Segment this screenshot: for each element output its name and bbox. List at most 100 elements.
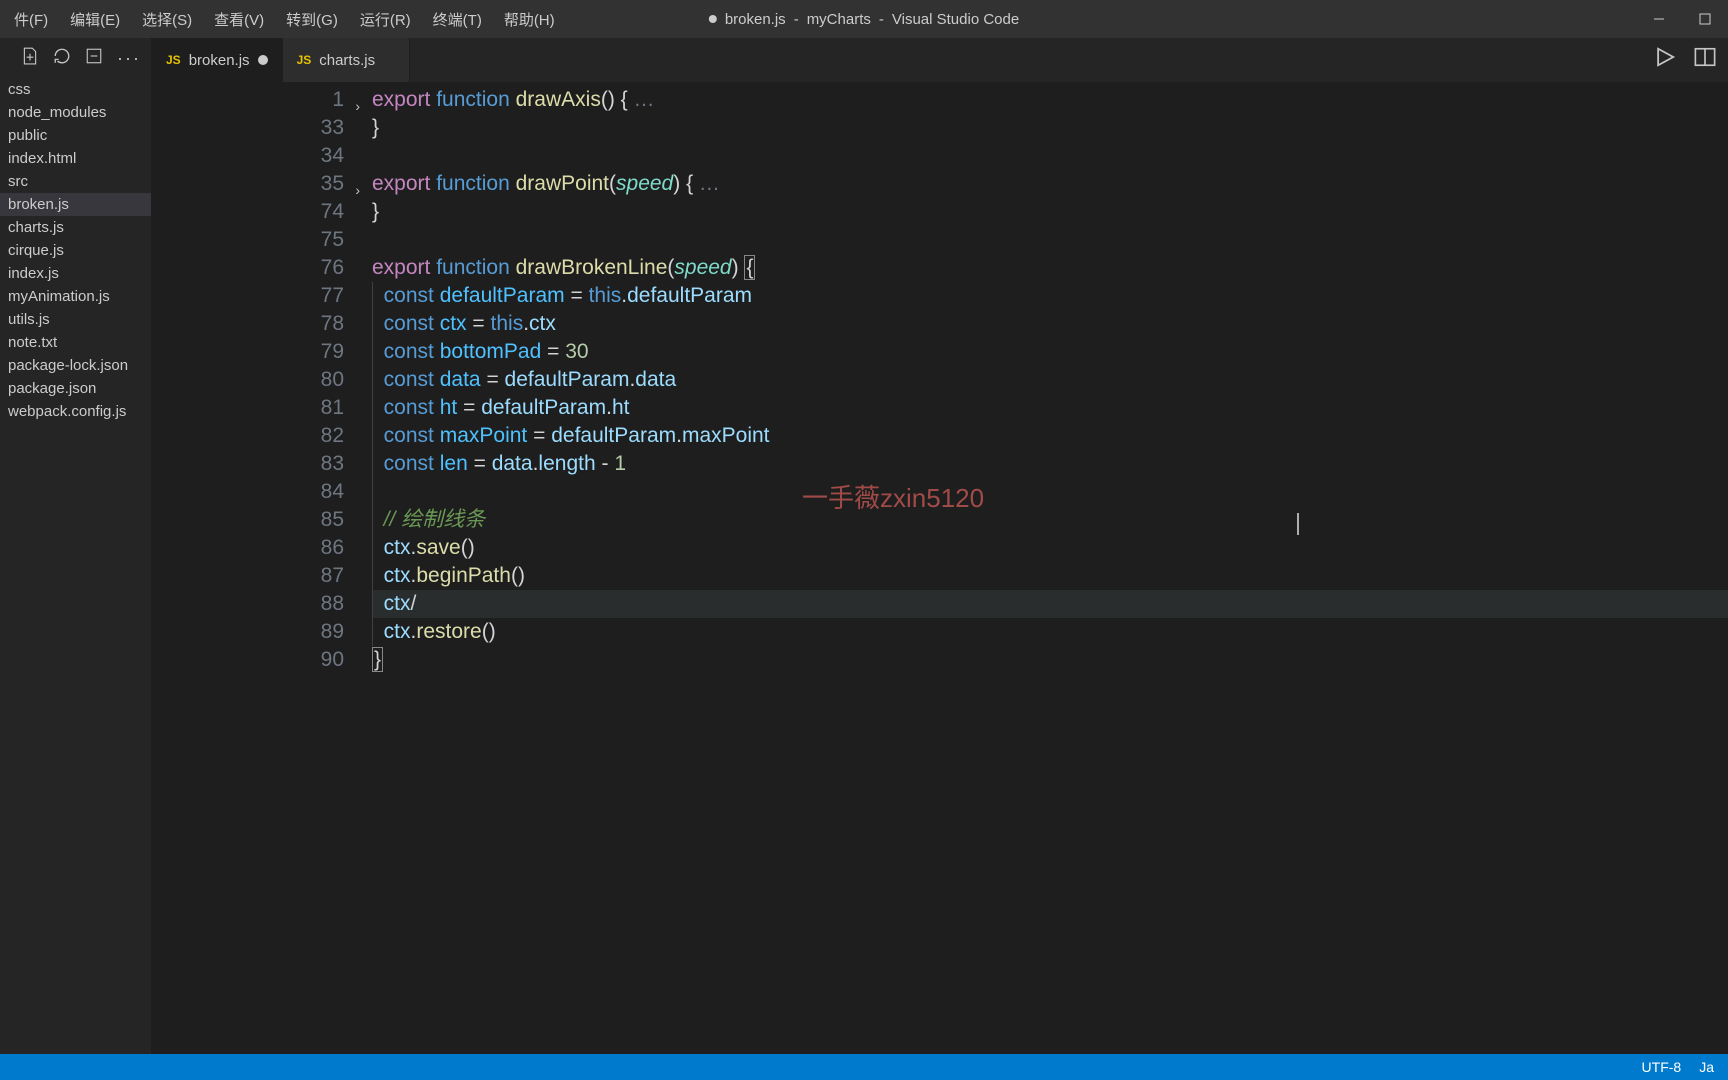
code-editor[interactable]: 1›333435›7475767778798081828384858687888… [152,82,1728,1054]
file-item[interactable]: broken.js [0,193,151,216]
code-line[interactable]: const bottomPad = 30 [372,338,1728,366]
code-line[interactable]: ctx.restore() [372,618,1728,646]
title-filename: broken.js [725,11,786,28]
file-tree: cssnode_modulespublic index.htmlsrc brok… [0,78,151,423]
file-item[interactable]: note.txt [0,331,151,354]
file-item[interactable]: index.html [0,147,151,170]
window-title: broken.js - myCharts - Visual Studio Cod… [709,11,1019,28]
file-item[interactable]: myAnimation.js [0,285,151,308]
tab-label: charts.js [319,52,375,69]
fold-chevron-icon[interactable]: › [355,176,360,204]
menu-item[interactable]: 件(F) [4,5,58,34]
indent-guide [372,338,373,366]
js-file-icon: JS [297,53,312,67]
code-line[interactable]: // 绘制线条 [372,506,1728,534]
code-line[interactable] [372,142,1728,170]
explorer-sidebar: ··· cssnode_modulespublic index.htmlsrc … [0,38,152,1054]
indent-guide [372,506,373,534]
fold-chevron-icon[interactable]: › [355,92,360,120]
menu-item[interactable]: 编辑(E) [60,5,130,34]
menu-item[interactable]: 运行(R) [350,5,421,34]
menu-item[interactable]: 终端(T) [423,5,492,34]
title-project: myCharts [807,11,871,28]
status-encoding[interactable]: UTF-8 [1642,1059,1682,1075]
indent-guide [372,534,373,562]
tab-bar: JSbroken.jsJScharts.js [152,38,1728,82]
file-item[interactable]: node_modules [0,101,151,124]
code-line[interactable]: export function drawAxis() { … [372,86,1728,114]
code-line[interactable]: const defaultParam = this.defaultParam [372,282,1728,310]
title-app: Visual Studio Code [892,11,1019,28]
line-number: 81 [152,394,344,422]
menu-bar: 件(F)编辑(E)选择(S)查看(V)转到(G)运行(R)终端(T)帮助(H) [0,5,565,34]
code-content[interactable]: 一手薇zxin5120 export function drawAxis() {… [372,86,1728,1054]
code-line[interactable]: } [372,114,1728,142]
code-line[interactable]: } [372,646,1728,674]
indent-guide [372,282,373,310]
code-line[interactable] [372,226,1728,254]
refresh-button[interactable] [53,47,71,70]
line-number: 79 [152,338,344,366]
code-line[interactable]: const len = data.length - 1 [372,450,1728,478]
code-line[interactable]: const data = defaultParam.data [372,366,1728,394]
code-line[interactable] [372,478,1728,506]
line-number: 35› [152,170,344,198]
split-icon [1694,46,1716,68]
status-language[interactable]: Ja [1699,1059,1714,1075]
file-item[interactable]: css [0,78,151,101]
menu-item[interactable]: 选择(S) [132,5,202,34]
line-number: 33 [152,114,344,142]
file-item[interactable]: package.json [0,377,151,400]
explorer-toolbar: ··· [0,38,151,78]
line-number: 84 [152,478,344,506]
js-file-icon: JS [166,53,181,67]
code-line[interactable]: ctx.beginPath() [372,562,1728,590]
status-bar: UTF-8 Ja [0,1054,1728,1080]
run-button[interactable] [1654,46,1676,73]
menu-item[interactable]: 转到(G) [276,5,348,34]
dirty-icon[interactable] [258,55,268,65]
indent-guide [372,478,373,506]
line-number: 89 [152,618,344,646]
code-line[interactable]: } [372,198,1728,226]
maximize-icon [1699,13,1711,25]
minimize-button[interactable] [1636,0,1682,38]
line-number: 83 [152,450,344,478]
code-line[interactable]: export function drawPoint(speed) { … [372,170,1728,198]
line-number: 90 [152,646,344,674]
file-item[interactable]: charts.js [0,216,151,239]
code-line[interactable]: const maxPoint = defaultParam.maxPoint [372,422,1728,450]
collapse-button[interactable] [85,47,103,70]
code-line[interactable]: ctx/ [372,590,1728,618]
file-item[interactable]: package-lock.json [0,354,151,377]
line-number: 80 [152,366,344,394]
indent-guide [372,366,373,394]
file-item[interactable]: utils.js [0,308,151,331]
file-item[interactable]: src [0,170,151,193]
line-number: 76 [152,254,344,282]
menu-item[interactable]: 查看(V) [204,5,274,34]
close-icon[interactable] [383,54,395,66]
menu-item[interactable]: 帮助(H) [494,5,565,34]
file-item[interactable]: public [0,124,151,147]
file-item[interactable]: webpack.config.js [0,400,151,423]
code-line[interactable]: const ht = defaultParam.ht [372,394,1728,422]
editor-tab[interactable]: JS charts.js [283,38,411,82]
new-file-button[interactable] [21,47,39,70]
line-number: 87 [152,562,344,590]
line-gutter: 1›333435›7475767778798081828384858687888… [152,86,372,1054]
code-line[interactable]: export function drawBrokenLine(speed) { [372,254,1728,282]
maximize-button[interactable] [1682,0,1728,38]
indent-guide [372,562,373,590]
line-number: 74 [152,198,344,226]
file-item[interactable]: cirque.js [0,239,151,262]
line-number: 78 [152,310,344,338]
editor-area: JSbroken.jsJScharts.js 1›333435›74757677… [152,38,1728,1054]
file-item[interactable]: index.js [0,262,151,285]
window-controls [1636,0,1728,38]
split-editor-button[interactable] [1694,46,1716,73]
more-button[interactable]: ··· [117,48,141,69]
code-line[interactable]: ctx.save() [372,534,1728,562]
editor-tab[interactable]: JSbroken.js [152,38,283,82]
code-line[interactable]: const ctx = this.ctx [372,310,1728,338]
